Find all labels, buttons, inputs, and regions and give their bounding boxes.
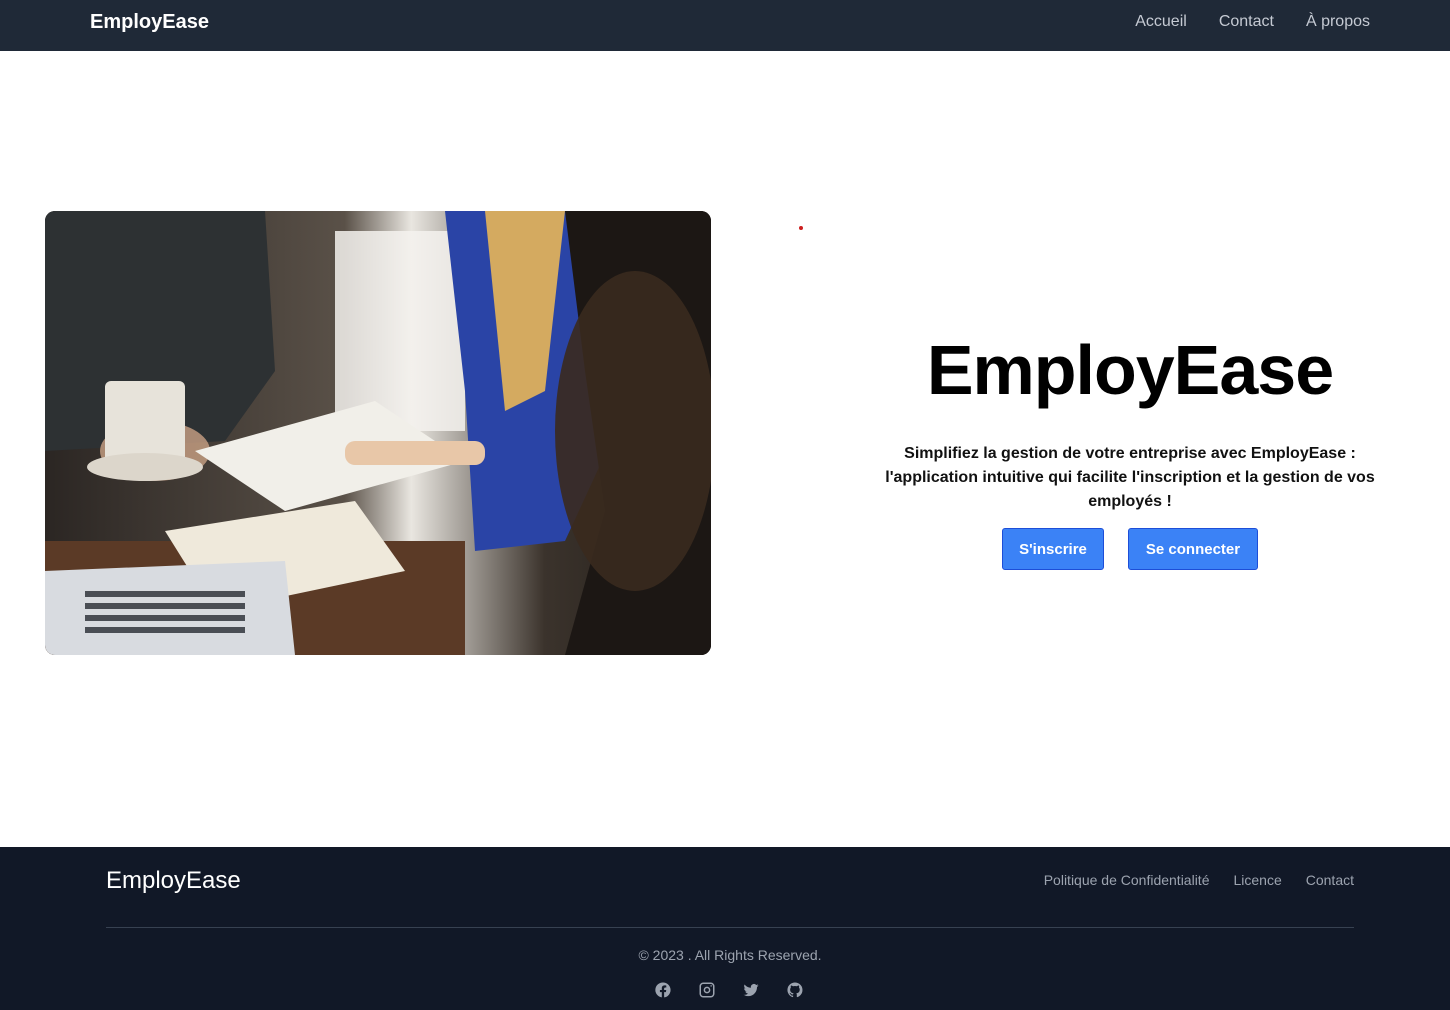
signup-button[interactable]: S'inscrire (1002, 528, 1104, 570)
hero-description: Simplifiez la gestion de votre entrepris… (885, 445, 1375, 510)
footer-social-icons (654, 981, 804, 999)
red-dot-marker (799, 226, 803, 230)
navbar: EmployEase Accueil Contact À propos (0, 0, 1450, 51)
nav-links: Accueil Contact À propos (1135, 13, 1370, 31)
hero-image (45, 211, 711, 655)
footer: EmployEase Politique de Confidentialité … (0, 847, 1450, 1010)
facebook-icon[interactable] (654, 981, 672, 999)
nav-link-accueil[interactable]: Accueil (1135, 13, 1187, 31)
footer-link-contact[interactable]: Contact (1306, 872, 1354, 888)
nav-brand-link[interactable]: EmployEase (90, 11, 209, 34)
office-meeting-photo-icon (45, 211, 711, 655)
footer-divider (106, 927, 1354, 928)
twitter-icon[interactable] (742, 981, 760, 999)
instagram-icon[interactable] (698, 981, 716, 999)
footer-link-privacy[interactable]: Politique de Confidentialité (1044, 872, 1210, 888)
footer-link-license[interactable]: Licence (1233, 872, 1281, 888)
hero-title: EmployEase (926, 331, 1334, 409)
github-icon[interactable] (786, 981, 804, 999)
nav-link-a-propos[interactable]: À propos (1306, 13, 1370, 31)
nav-link-contact[interactable]: Contact (1219, 13, 1274, 31)
footer-links: Politique de Confidentialité Licence Con… (1044, 872, 1354, 888)
footer-copyright: © 2023 . All Rights Reserved. (638, 947, 822, 963)
login-button[interactable]: Se connecter (1128, 528, 1258, 570)
footer-brand-link[interactable]: EmployEase (106, 867, 241, 895)
